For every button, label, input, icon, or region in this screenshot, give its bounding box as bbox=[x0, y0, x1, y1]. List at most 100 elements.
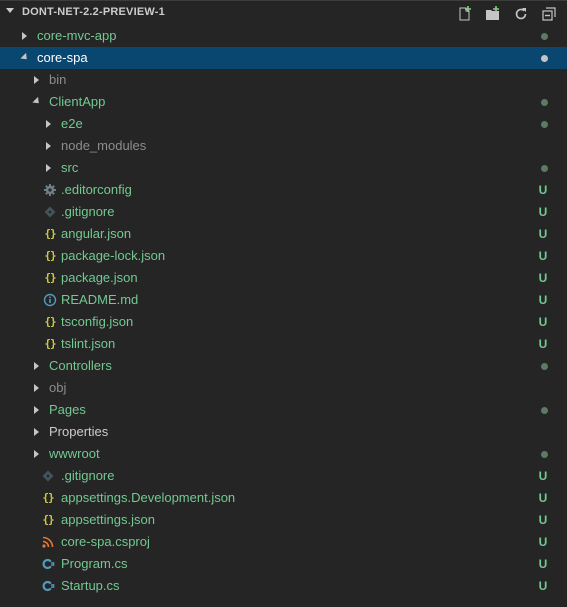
folder-row[interactable]: e2e bbox=[0, 113, 567, 135]
file-row[interactable]: {} tsconfig.json U bbox=[0, 311, 567, 333]
file-label: tslint.json bbox=[61, 336, 116, 351]
collapse-all-icon[interactable] bbox=[537, 4, 561, 24]
new-folder-icon[interactable] bbox=[481, 4, 505, 24]
folder-row[interactable]: Controllers bbox=[0, 355, 567, 377]
chevron-down-icon[interactable] bbox=[20, 47, 30, 69]
chevron-right-icon[interactable] bbox=[32, 443, 42, 465]
folder-row[interactable]: node_modules bbox=[0, 135, 567, 157]
git-status-badge: U bbox=[538, 227, 548, 241]
folder-label: ClientApp bbox=[49, 94, 106, 109]
folder-row[interactable]: bin bbox=[0, 69, 567, 91]
file-row[interactable]: .gitignore U bbox=[0, 201, 567, 223]
git-status-dot bbox=[541, 363, 548, 370]
git-icon bbox=[42, 201, 58, 223]
chevron-right-icon[interactable] bbox=[32, 69, 42, 91]
new-file-icon[interactable] bbox=[453, 4, 477, 24]
folder-row[interactable]: wwwroot bbox=[0, 443, 567, 465]
scroll-shadow bbox=[0, 601, 567, 607]
explorer-header[interactable]: DONT-NET-2.2-PREVIEW-1 bbox=[0, 0, 567, 25]
csharp-icon bbox=[40, 553, 56, 575]
chevron-right-icon[interactable] bbox=[32, 355, 42, 377]
folder-label: bin bbox=[49, 72, 67, 87]
refresh-icon[interactable] bbox=[509, 4, 533, 24]
git-status-badge: U bbox=[538, 535, 548, 549]
chevron-right-icon[interactable] bbox=[32, 399, 42, 421]
file-row[interactable]: {} appsettings.json U bbox=[0, 509, 567, 531]
folder-label: core-spa bbox=[37, 50, 88, 65]
chevron-right-icon[interactable] bbox=[44, 157, 54, 179]
rss-icon bbox=[40, 531, 56, 553]
folder-row[interactable]: src bbox=[0, 157, 567, 179]
folder-row[interactable]: Pages bbox=[0, 399, 567, 421]
folder-row[interactable]: Properties bbox=[0, 421, 567, 443]
git-status-dot bbox=[541, 121, 548, 128]
git-status-dot bbox=[541, 33, 548, 40]
file-label: appsettings.Development.json bbox=[61, 490, 236, 505]
git-status-dot bbox=[541, 451, 548, 458]
chevron-down-icon[interactable] bbox=[6, 8, 14, 13]
json-icon: {} bbox=[44, 337, 56, 350]
file-row[interactable]: .editorconfig U bbox=[0, 179, 567, 201]
chevron-down-icon[interactable] bbox=[32, 91, 42, 113]
csharp-icon bbox=[40, 575, 56, 597]
git-status-badge: U bbox=[538, 315, 548, 329]
folder-row[interactable]: ClientApp bbox=[0, 91, 567, 113]
git-status-badge: U bbox=[538, 469, 548, 483]
file-label: Startup.cs bbox=[61, 578, 120, 593]
git-status-dot bbox=[541, 407, 548, 414]
chevron-right-icon[interactable] bbox=[44, 135, 54, 157]
file-row[interactable]: {} tslint.json U bbox=[0, 333, 567, 355]
folder-label: wwwroot bbox=[49, 446, 100, 461]
folder-label: core-mvc-app bbox=[37, 28, 117, 43]
workspace-title: DONT-NET-2.2-PREVIEW-1 bbox=[22, 6, 165, 18]
folder-row[interactable]: core-mvc-app bbox=[0, 25, 567, 47]
file-row[interactable]: README.md U bbox=[0, 289, 567, 311]
json-icon: {} bbox=[42, 491, 54, 504]
file-row[interactable]: {} package-lock.json U bbox=[0, 245, 567, 267]
file-label: .editorconfig bbox=[61, 182, 132, 197]
json-icon: {} bbox=[44, 271, 56, 284]
file-row[interactable]: core-spa.csproj U bbox=[0, 531, 567, 553]
file-row[interactable]: Startup.cs U bbox=[0, 575, 567, 597]
chevron-right-icon[interactable] bbox=[32, 377, 42, 399]
folder-label: obj bbox=[49, 380, 67, 395]
git-status-badge: U bbox=[538, 293, 548, 307]
folder-label: Controllers bbox=[49, 358, 112, 373]
gear-icon bbox=[42, 179, 58, 201]
git-status-badge: U bbox=[538, 557, 548, 571]
info-icon bbox=[42, 289, 58, 311]
file-label: README.md bbox=[61, 292, 139, 307]
folder-row[interactable]: core-spa bbox=[0, 47, 567, 69]
file-label: .gitignore bbox=[61, 468, 115, 483]
git-status-badge: U bbox=[538, 271, 548, 285]
git-status-badge: U bbox=[538, 183, 548, 197]
file-label: core-spa.csproj bbox=[61, 534, 150, 549]
file-tree: core-mvc-app core-spa bin ClientApp e2e node_… bbox=[0, 25, 567, 597]
git-status-badge: U bbox=[538, 579, 548, 593]
explorer-actions bbox=[453, 4, 561, 24]
file-row[interactable]: {} appsettings.Development.json U bbox=[0, 487, 567, 509]
chevron-right-icon[interactable] bbox=[32, 421, 42, 443]
git-status-badge: U bbox=[538, 249, 548, 263]
file-row[interactable]: Program.cs U bbox=[0, 553, 567, 575]
file-row[interactable]: {} angular.json U bbox=[0, 223, 567, 245]
file-row[interactable]: .gitignore U bbox=[0, 465, 567, 487]
folder-label: src bbox=[61, 160, 79, 175]
chevron-right-icon[interactable] bbox=[44, 113, 54, 135]
folder-label: e2e bbox=[61, 116, 83, 131]
git-status-badge: U bbox=[538, 491, 548, 505]
file-label: package.json bbox=[61, 270, 138, 285]
file-label: angular.json bbox=[61, 226, 132, 241]
file-label: Program.cs bbox=[61, 556, 128, 571]
file-label: package-lock.json bbox=[61, 248, 166, 263]
git-status-badge: U bbox=[538, 205, 548, 219]
file-label: .gitignore bbox=[61, 204, 115, 219]
json-icon: {} bbox=[44, 315, 56, 328]
git-icon bbox=[40, 465, 56, 487]
git-status-badge: U bbox=[538, 337, 548, 351]
folder-row[interactable]: obj bbox=[0, 377, 567, 399]
file-row[interactable]: {} package.json U bbox=[0, 267, 567, 289]
file-label: appsettings.json bbox=[61, 512, 155, 527]
chevron-right-icon[interactable] bbox=[20, 25, 30, 47]
git-status-dot bbox=[541, 99, 548, 106]
